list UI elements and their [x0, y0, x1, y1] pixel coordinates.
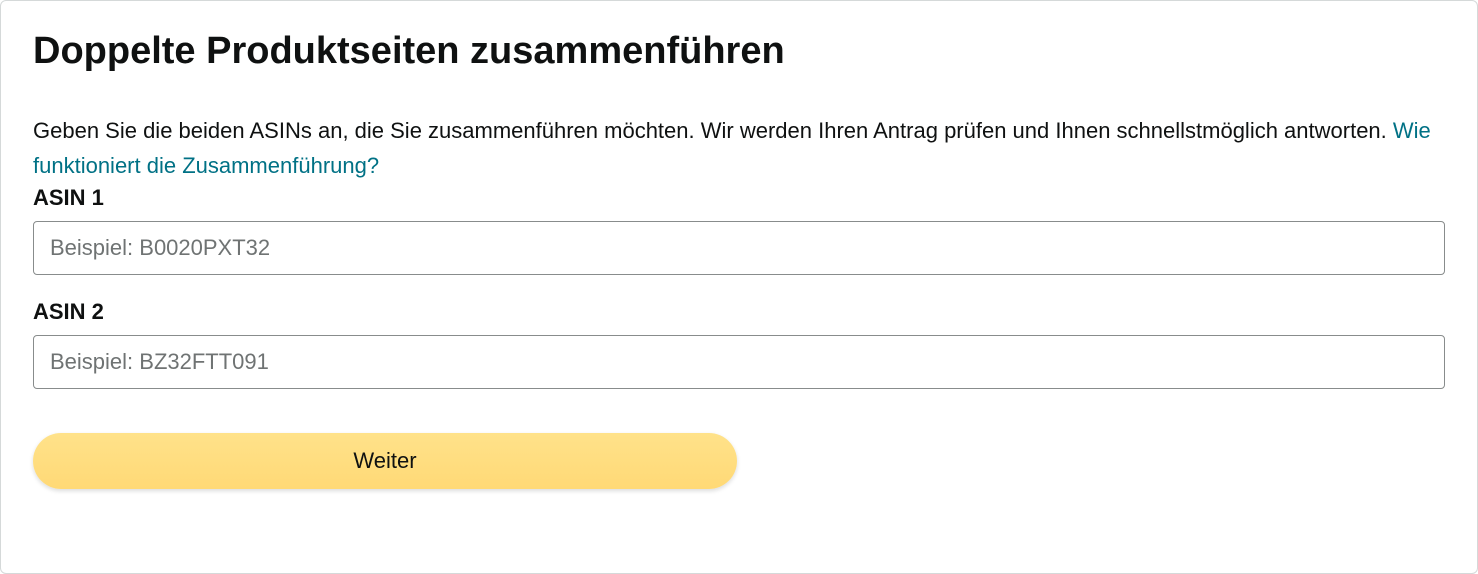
intro-paragraph: Geben Sie die beiden ASINs an, die Sie z… — [33, 113, 1445, 183]
asin2-group: ASIN 2 — [33, 299, 1445, 389]
asin2-label: ASIN 2 — [33, 299, 1445, 325]
asin2-input[interactable] — [33, 335, 1445, 389]
merge-card: Doppelte Produktseiten zusammenführen Ge… — [0, 0, 1478, 574]
page-title: Doppelte Produktseiten zusammenführen — [33, 29, 1445, 75]
submit-row: Weiter — [33, 433, 1445, 489]
intro-text: Geben Sie die beiden ASINs an, die Sie z… — [33, 118, 1393, 143]
asin1-label: ASIN 1 — [33, 185, 1445, 211]
asin1-input[interactable] — [33, 221, 1445, 275]
continue-button[interactable]: Weiter — [33, 433, 737, 489]
asin1-group: ASIN 1 — [33, 185, 1445, 275]
